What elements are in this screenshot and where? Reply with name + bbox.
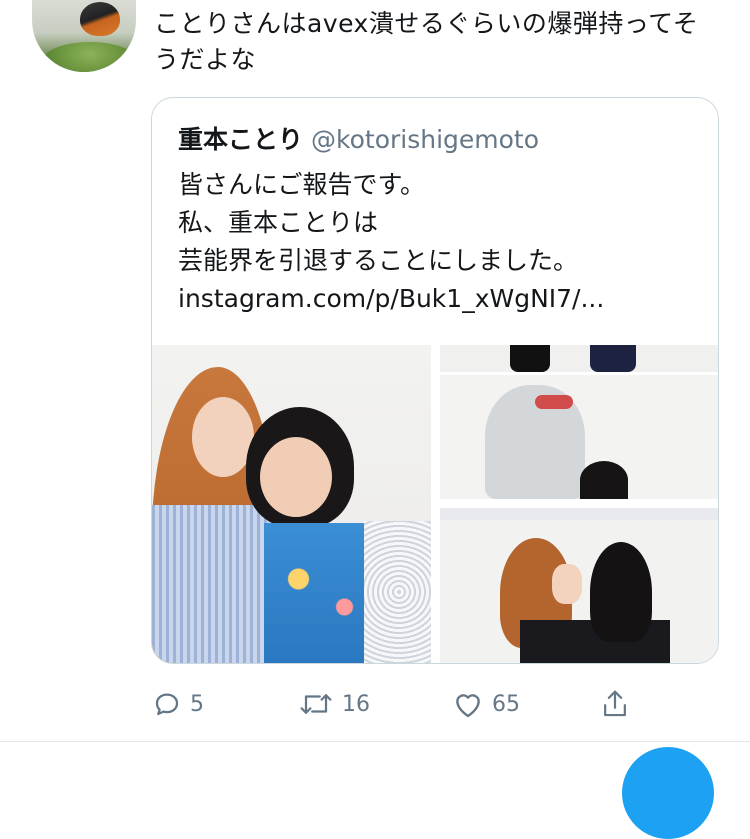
bird-image — [80, 2, 120, 36]
quoted-display-name: 重本ことり — [178, 125, 304, 154]
share-icon — [604, 690, 626, 717]
photo-detail — [590, 542, 652, 642]
photo-detail — [192, 397, 254, 477]
reply-button[interactable]: 5 — [152, 682, 204, 726]
quoted-tweet-header: 重本ことり @kotorishigemoto — [178, 120, 539, 156]
tweet-text: ことりさんはavex潰せるぐらいの爆弾持ってそうだよな — [154, 9, 699, 74]
media-gutter — [440, 499, 718, 508]
photo-detail — [364, 521, 431, 663]
tweet-actions: 5 16 65 — [0, 682, 750, 726]
photo-detail — [535, 395, 573, 409]
share-button[interactable] — [600, 682, 630, 726]
photo-detail — [590, 345, 636, 372]
photo-detail — [510, 345, 550, 372]
photo-detail — [552, 564, 582, 604]
retweet-count: 16 — [342, 691, 370, 717]
user-avatar[interactable] — [32, 0, 136, 72]
like-button[interactable]: 65 — [452, 682, 520, 726]
quoted-link[interactable]: instagram.com/p/Buk1_xWgNI7/... — [178, 280, 698, 318]
quoted-line: 芸能界を引退することにしました。 — [178, 246, 579, 275]
media-gutter — [431, 345, 440, 663]
retweet-icon — [300, 694, 332, 714]
reply-icon — [155, 693, 179, 716]
photo-detail — [264, 523, 379, 663]
photo-second[interactable] — [440, 375, 718, 499]
quoted-line: 私、重本ことりは — [178, 208, 379, 237]
photo-third-top — [440, 508, 718, 520]
photo-detail — [580, 461, 628, 499]
media-grid — [152, 345, 718, 663]
quoted-tweet-card[interactable]: 重本ことり @kotorishigemoto 皆さんにご報告です。 私、重本ことり… — [151, 97, 719, 664]
photo-third[interactable] — [440, 520, 718, 663]
compose-tweet-button[interactable] — [622, 747, 714, 839]
photo-detail — [260, 437, 332, 517]
like-count: 65 — [492, 691, 520, 717]
tweet-divider — [0, 741, 750, 742]
photo-detail — [152, 505, 277, 663]
photo-top-strip[interactable] — [440, 345, 718, 372]
quoted-line: 皆さんにご報告です。 — [178, 170, 426, 199]
reply-count: 5 — [190, 691, 204, 717]
photo-main[interactable] — [152, 345, 431, 663]
retweet-button[interactable]: 16 — [298, 682, 370, 726]
quoted-tweet-body: 皆さんにご報告です。 私、重本ことりは 芸能界を引退することにしました。 ins… — [178, 166, 698, 318]
heart-icon — [456, 694, 480, 718]
quoted-handle: @kotorishigemoto — [311, 125, 540, 154]
moss-image — [42, 42, 136, 72]
